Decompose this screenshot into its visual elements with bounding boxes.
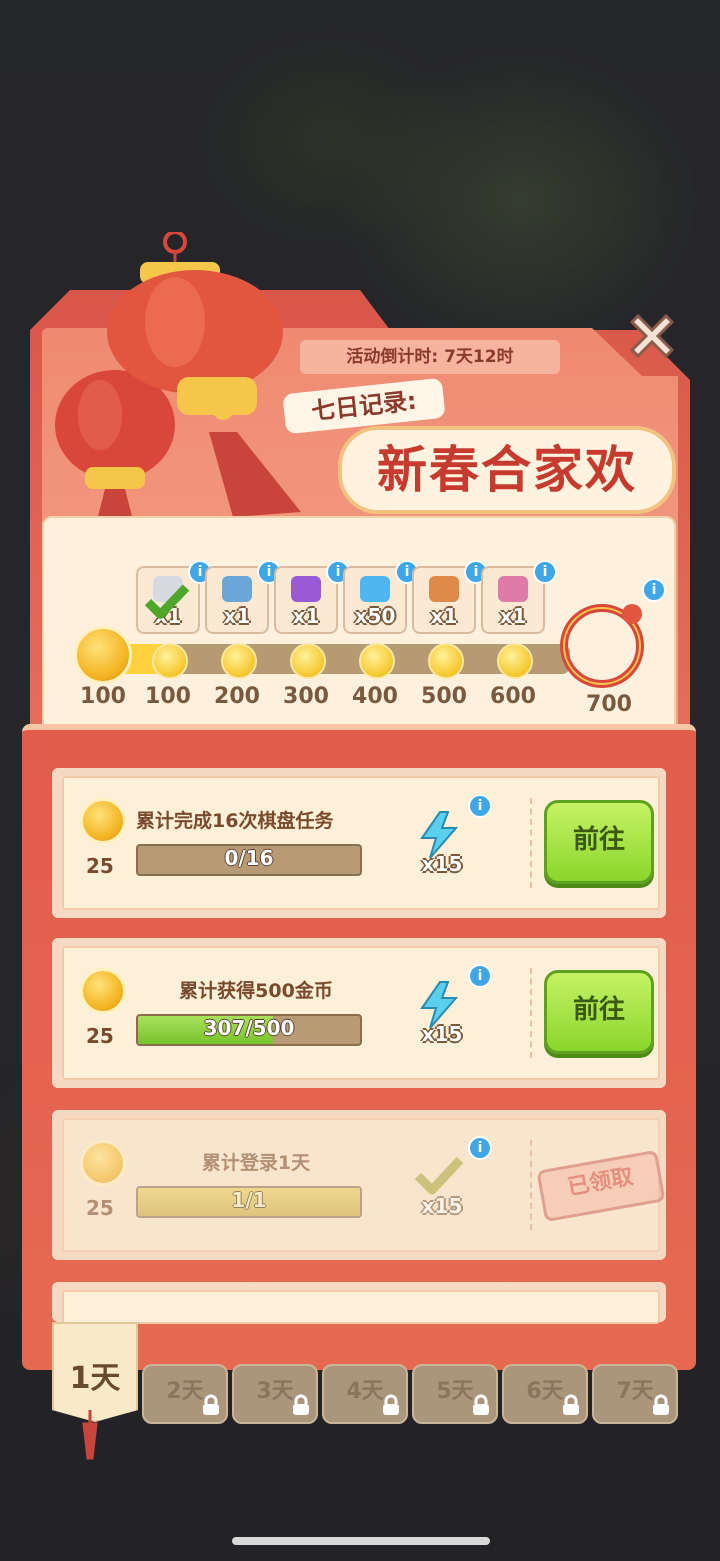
camera-box-icon — [222, 576, 252, 602]
milestone-dot — [290, 643, 326, 679]
task-points-coin-icon — [80, 968, 126, 1014]
diamond-icon — [360, 576, 390, 602]
milestone-dot — [152, 643, 188, 679]
milestone-label: 200 — [214, 684, 260, 709]
pink-cup-icon — [498, 576, 528, 602]
final-milestone-label: 700 — [586, 692, 632, 717]
claimed-check-icon — [144, 584, 190, 619]
purple-chest-icon — [291, 576, 321, 602]
milestone-label: 500 — [421, 684, 467, 709]
task-title: 累计登录1天 — [201, 1152, 311, 1174]
lock-icon — [383, 1394, 399, 1415]
orange-chest-icon — [429, 576, 459, 602]
milestone-label: 400 — [352, 684, 398, 709]
milestone-label: 100 — [145, 684, 191, 709]
task-reward-qty: x15 — [421, 852, 463, 876]
task-reward-info-icon[interactable]: i — [468, 964, 492, 988]
points-coin-icon — [74, 626, 132, 684]
milestone-info-icon[interactable]: i — [533, 560, 557, 584]
milestone-dot — [497, 643, 533, 679]
task-points-coin-icon — [80, 798, 126, 844]
lock-icon — [653, 1394, 669, 1415]
task-card-partial-inner — [62, 1290, 660, 1324]
task-title: 累计完成16次棋盘任务 — [136, 810, 334, 832]
milestone-dot — [428, 643, 464, 679]
go-button[interactable]: 前往 — [544, 800, 654, 884]
milestone-reward-qty: x1 — [292, 604, 320, 628]
lock-icon — [473, 1394, 489, 1415]
task-title: 累计获得500金币 — [179, 980, 333, 1002]
lock-icon — [203, 1394, 219, 1415]
task-divider — [530, 798, 532, 888]
task-points-coin-icon — [80, 1140, 126, 1186]
task-reward-info-icon[interactable]: i — [468, 1136, 492, 1160]
task-divider — [530, 1140, 532, 1230]
tab-day-1[interactable]: 1天 — [52, 1322, 138, 1422]
event-countdown: 活动倒计时: 7天12时 — [300, 340, 560, 374]
tassel-icon — [82, 1410, 98, 1460]
start-points-label: 100 — [80, 684, 126, 709]
event-title: 新春合家欢 — [377, 441, 637, 499]
task-progress-text: 307/500 — [203, 1016, 295, 1040]
dragon-frame-reward-icon[interactable] — [554, 596, 650, 696]
final-reward-info-icon[interactable]: i — [642, 578, 666, 602]
milestone-reward-qty: x50 — [354, 604, 396, 628]
task-points: 25 — [86, 1196, 114, 1220]
milestone-dot — [221, 643, 257, 679]
task-points: 25 — [86, 854, 114, 878]
go-button[interactable]: 前往 — [544, 970, 654, 1054]
task-divider — [530, 968, 532, 1058]
task-progress-text: 0/16 — [224, 846, 274, 870]
milestone-reward-qty: x1 — [430, 604, 458, 628]
lock-icon — [293, 1394, 309, 1415]
milestone-label: 600 — [490, 684, 536, 709]
task-reward-info-icon[interactable]: i — [468, 794, 492, 818]
task-points: 25 — [86, 1024, 114, 1048]
milestone-label: 300 — [283, 684, 329, 709]
task-reward-qty: x15 — [421, 1022, 463, 1046]
task-reward-qty: x15 — [421, 1194, 463, 1218]
task-progress-text: 1/1 — [231, 1188, 267, 1212]
milestone-reward-qty: x1 — [223, 604, 251, 628]
lock-icon — [563, 1394, 579, 1415]
milestone-dot — [359, 643, 395, 679]
home-indicator — [232, 1537, 490, 1545]
lantern-big-icon — [107, 232, 301, 517]
close-icon[interactable] — [624, 308, 680, 364]
milestone-reward-qty: x1 — [499, 604, 527, 628]
